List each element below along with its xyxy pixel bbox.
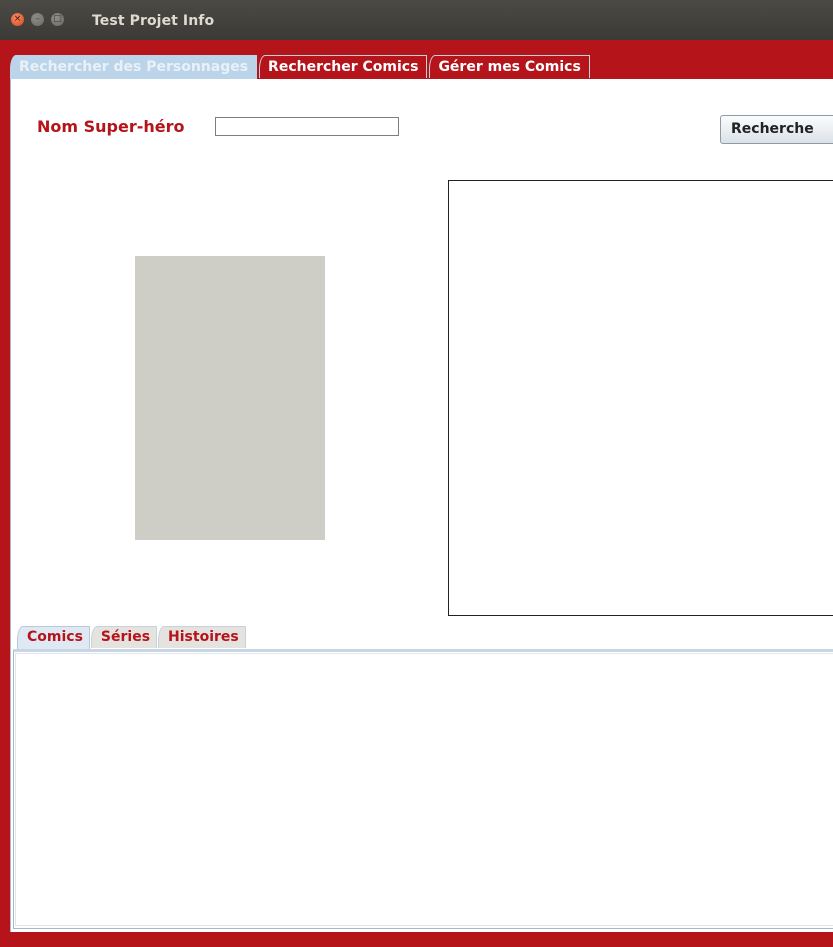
sub-tab-bar: Comics Séries Histoires (17, 626, 247, 649)
tab-gerer-comics[interactable]: Gérer mes Comics (429, 55, 590, 78)
title-bar: × – □ Test Projet Info (0, 0, 833, 40)
tab-histoires[interactable]: Histoires (158, 626, 246, 648)
tab-rechercher-personnages[interactable]: Rechercher des Personnages (10, 55, 258, 80)
hero-name-input[interactable] (215, 117, 399, 136)
bottom-border (0, 932, 833, 947)
minimize-window-icon[interactable]: – (31, 13, 44, 26)
personnages-panel: Nom Super-héro Recherche Comics Séries H… (10, 79, 833, 932)
comics-list-area[interactable] (15, 653, 833, 926)
hero-name-label: Nom Super-héro (37, 117, 185, 136)
maximize-window-icon[interactable]: □ (51, 13, 64, 26)
app-window: × – □ Test Projet Info Rechercher des Pe… (0, 0, 833, 947)
tab-series[interactable]: Séries (90, 626, 158, 648)
tab-rechercher-comics[interactable]: Rechercher Comics (259, 55, 428, 78)
close-window-icon[interactable]: × (11, 13, 24, 26)
search-button[interactable]: Recherche (720, 115, 833, 144)
hero-info-panel (448, 180, 833, 616)
main-tab-bar: Rechercher des Personnages Rechercher Co… (10, 55, 592, 80)
tab-comics[interactable]: Comics (17, 626, 90, 649)
window-title: Test Projet Info (92, 13, 215, 29)
hero-image-placeholder (135, 256, 325, 540)
comics-list-panel (13, 649, 833, 929)
